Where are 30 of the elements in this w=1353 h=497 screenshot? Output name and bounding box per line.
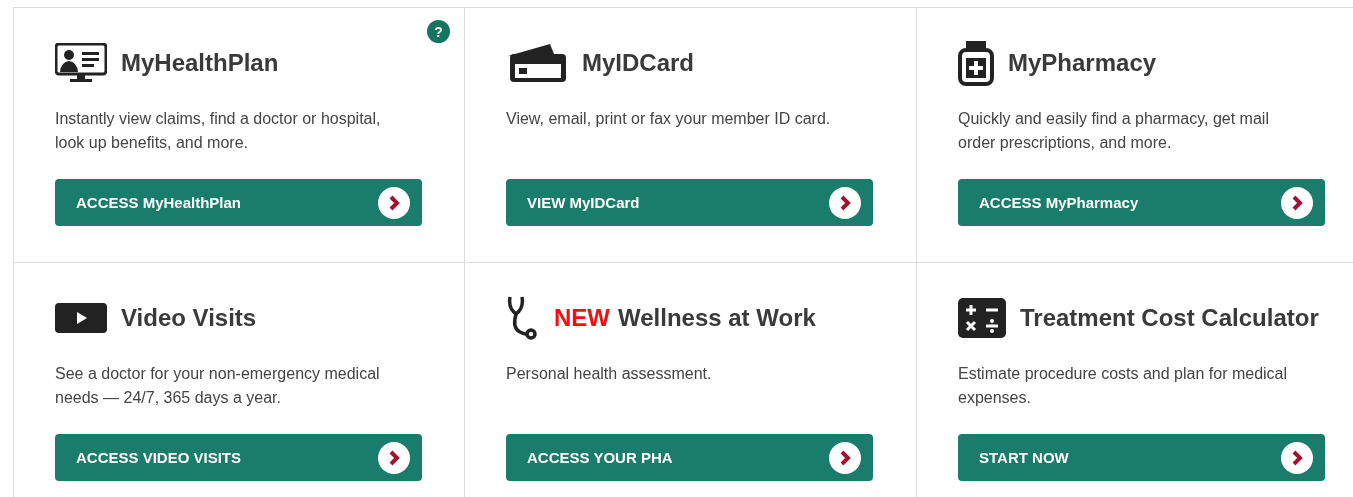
card-title: NEW Wellness at Work	[554, 306, 816, 330]
access-button[interactable]: ACCESS MyPharmacy	[958, 179, 1325, 226]
chevron-right-icon	[1281, 186, 1313, 219]
stethoscope-icon	[506, 294, 540, 342]
card-description: Quickly and easily find a pharmacy, get mail order prescriptions, and more.	[958, 109, 1270, 153]
card-description: Instantly view claims, find a doctor or hospital, look up benefits, and more.	[55, 109, 382, 153]
card-description: See a doctor for your non-emergency medical needs — 24/7, 365 days a year.	[55, 364, 381, 408]
access-button[interactable]: ACCESS MyHealthPlan	[55, 179, 422, 226]
card-title: MyIDCard	[582, 51, 695, 75]
access-button[interactable]: ACCESS VIDEO VISITS	[55, 434, 422, 481]
chevron-right-icon	[378, 186, 410, 219]
chevron-right-icon	[1281, 441, 1313, 474]
card-title: MyHealthPlan	[121, 51, 279, 75]
card-description: View, email, print or fax your member ID card.	[506, 109, 832, 129]
card-description: Personal health assessment.	[506, 364, 713, 384]
monitor-person-icon	[55, 43, 107, 83]
calculator-icon	[958, 298, 1006, 338]
chevron-right-icon	[829, 186, 861, 219]
card-title: MyPharmacy	[1008, 51, 1157, 75]
medicine-bottle-icon	[958, 40, 994, 86]
access-button[interactable]: START NOW	[958, 434, 1325, 481]
card-description: Estimate procedure costs and plan for medical expenses.	[958, 364, 1288, 408]
help-icon[interactable]: ?	[427, 20, 450, 43]
access-button[interactable]: ACCESS YOUR PHA	[506, 434, 873, 481]
card-title: Video Visits	[121, 306, 257, 330]
access-button[interactable]: VIEW MyIDCard	[506, 179, 873, 226]
chevron-right-icon	[378, 441, 410, 474]
card-title: Treatment Cost Calculator	[1020, 306, 1319, 330]
video-play-icon	[55, 303, 107, 333]
chevron-right-icon	[829, 441, 861, 474]
